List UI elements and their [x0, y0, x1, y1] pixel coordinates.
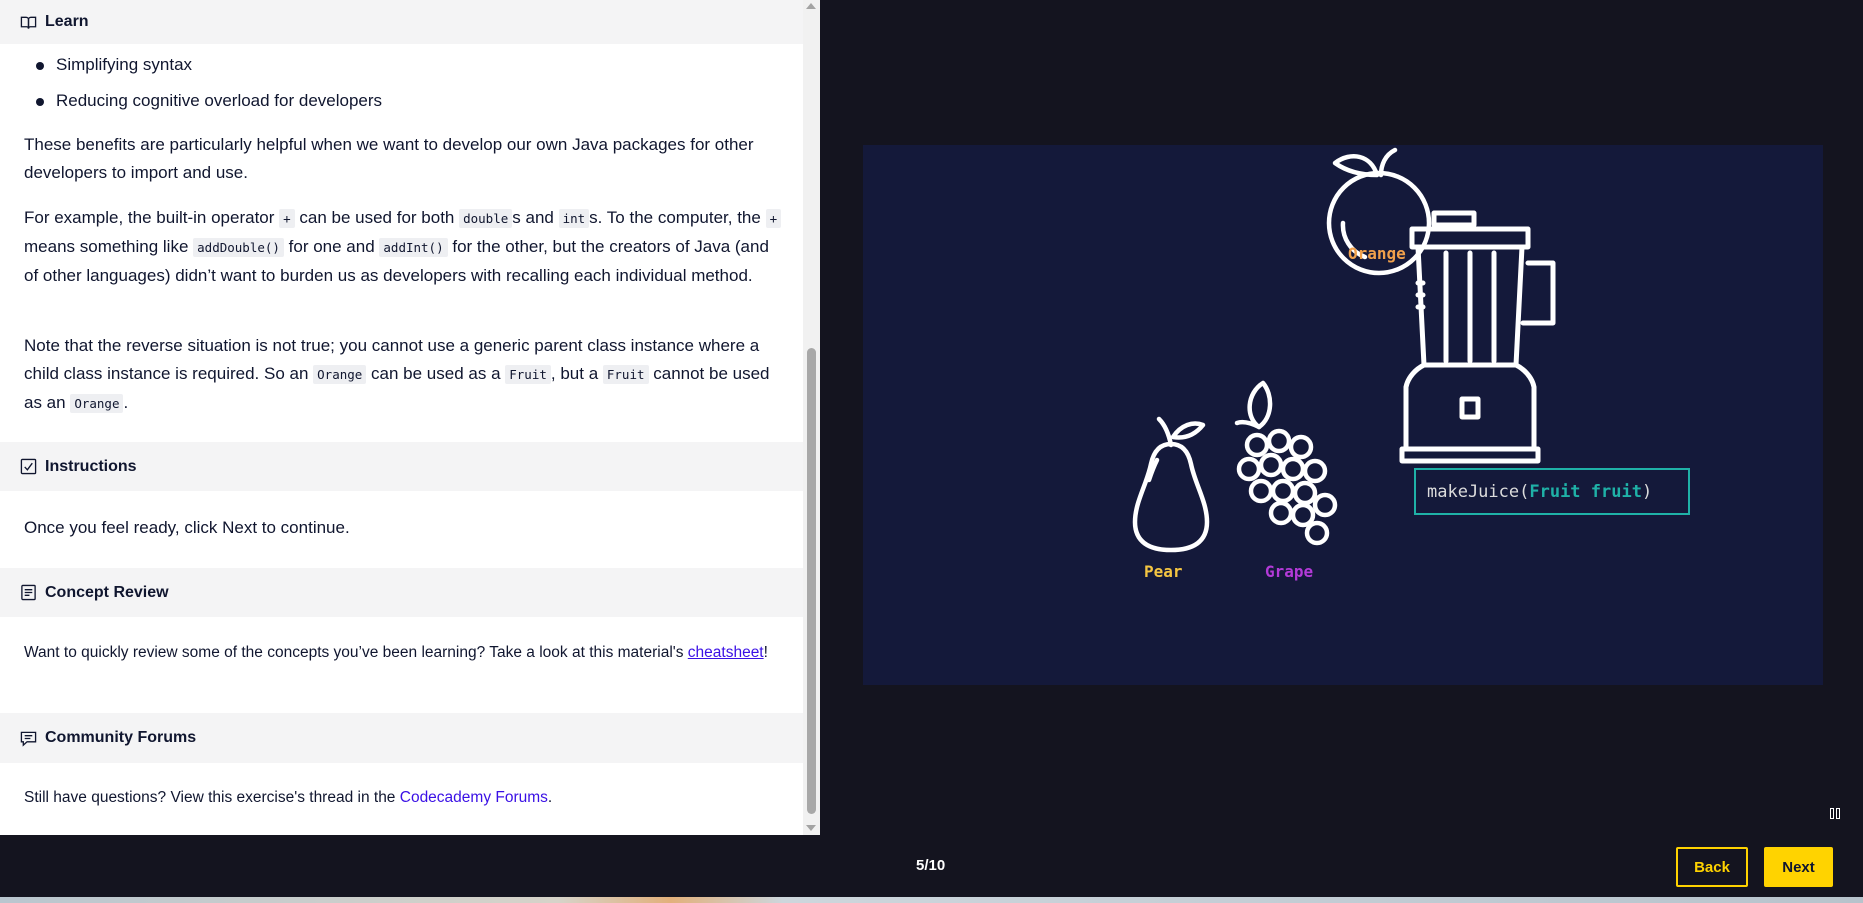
scroll-down-arrow[interactable]: [806, 825, 816, 831]
taskbar-strip: [0, 897, 1863, 903]
scroll-thumb[interactable]: [807, 348, 816, 814]
concept-review-header-label: Concept Review: [45, 583, 169, 601]
lesson-scrollbar[interactable]: [803, 0, 820, 835]
pear-illustration: [1132, 416, 1210, 553]
instructions-section-header: Instructions: [0, 442, 803, 491]
list-item: Reducing cognitive overload for develope…: [24, 86, 784, 122]
instructions-header-label: Instructions: [45, 457, 137, 475]
back-button[interactable]: Back: [1676, 847, 1748, 887]
community-forums-header-label: Community Forums: [45, 729, 197, 746]
lesson-content: Learn Simplifying syntax Reducing cognit…: [0, 0, 803, 835]
lesson-panel[interactable]: Learn Simplifying syntax Reducing cognit…: [0, 0, 820, 835]
code-inline: Orange: [70, 394, 124, 413]
grape-label: Grape: [1265, 562, 1314, 581]
progress-indicator: 5/10: [916, 857, 946, 874]
code-inline: int: [558, 209, 590, 228]
next-button[interactable]: Next: [1764, 847, 1833, 887]
code-inline: +: [765, 209, 782, 228]
concept-review-text: Want to quickly review some of the conce…: [24, 644, 768, 661]
instructions-text: Once you feel ready, click Next to conti…: [24, 518, 350, 537]
method-signature-box: makeJuice(Fruit fruit): [1414, 468, 1690, 515]
pause-icon: [1830, 807, 1834, 819]
paragraph-operator-example: For example, the built-in operator + can…: [24, 204, 786, 290]
code-inline: +: [279, 209, 295, 228]
learn-section-header: Learn: [0, 0, 803, 44]
grape-illustration: [1234, 380, 1338, 546]
paragraph-benefits: These benefits are particularly helpful …: [24, 135, 754, 182]
book-icon: [20, 14, 37, 31]
pear-label: Pear: [1144, 562, 1183, 581]
bullet-list: Simplifying syntax Reducing cognitive ov…: [24, 50, 784, 122]
code-inline: addInt(): [379, 238, 448, 257]
visual-panel: Orange Pear Grape makeJuice(Fruit fruit): [820, 0, 1863, 835]
code-inline: double: [459, 209, 513, 228]
learn-header-label: Learn: [45, 13, 89, 30]
concept-review-section-header: Concept Review: [0, 568, 803, 617]
method-name: makeJuice(: [1427, 481, 1530, 502]
juice-diagram: Orange Pear Grape makeJuice(Fruit fruit): [863, 145, 1823, 685]
paragraph-reverse-note: Note that the reverse situation is not t…: [24, 336, 770, 413]
cheatsheet-link[interactable]: cheatsheet: [688, 644, 764, 661]
diagram-illustration: [1132, 147, 1556, 553]
code-inline: Orange: [313, 365, 367, 384]
codecademy-forums-link[interactable]: Codecademy Forums: [400, 789, 548, 806]
blender-illustration: [1399, 210, 1556, 464]
document-icon: [20, 584, 37, 601]
community-forums-section-header: Community Forums: [0, 713, 803, 763]
chat-icon: [20, 730, 37, 747]
code-inline: Fruit: [505, 365, 551, 384]
list-item: Simplifying syntax: [24, 50, 784, 86]
code-inline: Fruit: [602, 365, 649, 384]
orange-label: Orange: [1348, 244, 1406, 263]
community-forums-text: Still have questions? View this exercise…: [24, 789, 553, 806]
footer-bar: 5/10 Back Next: [0, 835, 1863, 897]
scroll-up-arrow[interactable]: [806, 3, 816, 9]
code-inline: addDouble(): [193, 238, 284, 257]
method-close-paren: ): [1641, 481, 1653, 502]
method-argument: Fruit fruit: [1529, 481, 1642, 502]
pause-button[interactable]: [1820, 798, 1850, 828]
checkbox-icon: [20, 458, 37, 475]
